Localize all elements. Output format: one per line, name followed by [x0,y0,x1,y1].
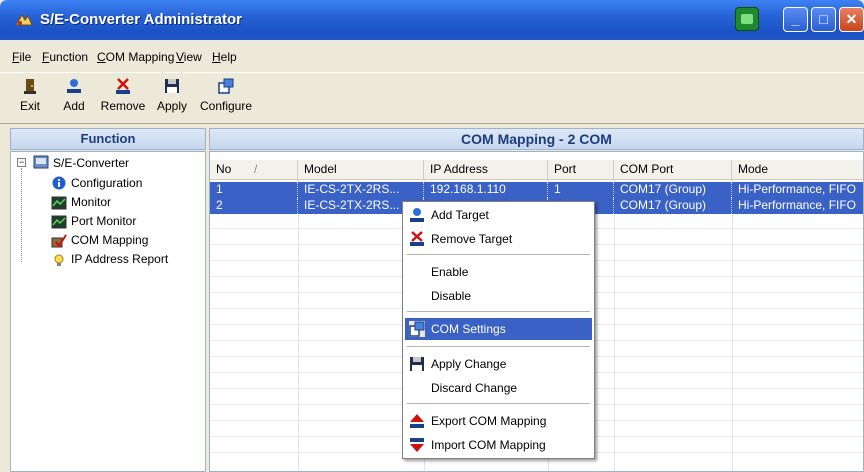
minimize-button[interactable]: _ [783,7,808,32]
title-bar[interactable]: S/E-Converter Administrator _ □ ✕ [0,0,864,40]
menu-com-mapping[interactable]: COM Mapping [97,50,174,64]
ctx-remove-target[interactable]: Remove Target [405,228,592,250]
ctx-add-target[interactable]: Add Target [405,204,592,226]
cell-mode: Hi-Performance, FIFO [732,198,863,214]
cell-model: IE-CS-2TX-2RS... [298,182,424,198]
context-menu: Add Target Remove Target Enable Disable … [402,201,595,459]
apply-button[interactable]: Apply [154,77,190,113]
menu-view[interactable]: View [176,50,202,64]
col-header-port[interactable]: Port [548,160,614,180]
com-mapping-icon [51,234,67,248]
ctx-disable[interactable]: Disable [405,285,592,307]
network-status-icon[interactable] [735,7,759,31]
converter-icon [33,155,49,169]
table-row[interactable]: 1 IE-CS-2TX-2RS... 192.168.1.110 1 COM17… [210,182,863,198]
configure-icon [218,78,234,94]
cell-com-port: COM17 (Group) [614,182,732,198]
tree-item-com-mapping[interactable]: COM Mapping [71,233,148,247]
cell-mode: Hi-Performance, FIFO [732,182,863,198]
mapping-panel-header: COM Mapping - 2 COM [209,128,864,150]
function-panel-header: Function [10,128,206,150]
floppy-disk-icon [165,79,179,93]
menu-separator [407,346,590,348]
menu-file[interactable]: File [12,50,31,64]
cell-port: 1 [548,182,614,198]
remove-icon [116,78,130,94]
ctx-export-com-mapping[interactable]: Export COM Mapping [405,410,592,432]
menu-separator [407,403,590,405]
menu-bar: File Function COM Mapping View Help [0,46,864,68]
tree-item-ip-address-report[interactable]: IP Address Report [71,252,168,266]
grid-divider [732,180,733,471]
remove-target-icon [410,231,424,246]
exit-icon [24,79,36,94]
function-tree: − S/E-Converter Configuration Monitor Po… [10,151,206,472]
tree-item-root[interactable]: S/E-Converter [53,156,129,170]
grid-divider [614,180,615,471]
ctx-discard-change[interactable]: Discard Change [405,377,592,399]
ctx-enable[interactable]: Enable [405,261,592,283]
lightbulb-icon [54,254,64,266]
col-header-mode[interactable]: Mode [732,160,863,180]
cell-com-port: COM17 (Group) [614,198,732,214]
menu-separator [407,311,590,313]
tree-connector-line [21,168,22,262]
ctx-apply-change[interactable]: Apply Change [405,353,592,375]
menu-help[interactable]: Help [212,50,237,64]
col-header-ip-address[interactable]: IP Address [424,160,548,180]
grid-divider [298,180,299,471]
col-header-no[interactable]: No / [210,160,298,180]
menu-separator [407,254,590,256]
floppy-disk-icon [410,357,424,371]
toolbar: Exit Add Remove Apply Configure [0,72,864,124]
close-button[interactable]: ✕ [839,7,864,32]
tree-item-monitor[interactable]: Monitor [71,195,111,209]
cell-ip-address: 192.168.1.110 [424,182,548,198]
maximize-button[interactable]: □ [811,7,836,32]
collapse-toggle[interactable]: − [17,158,26,167]
tree-item-configuration[interactable]: Configuration [71,176,142,190]
add-button[interactable]: Add [56,77,92,113]
configure-button[interactable]: Configure [198,77,254,113]
window-title: S/E-Converter Administrator [40,11,242,28]
port-monitor-icon [51,215,67,229]
table-header: No / Model IP Address Port COM Port Mode [210,160,863,180]
export-icon [410,414,424,428]
exit-button[interactable]: Exit [12,77,48,113]
com-settings-icon [409,321,425,337]
menu-function[interactable]: Function [42,50,88,64]
add-target-icon [410,208,424,222]
cell-no: 1 [210,182,298,198]
ctx-import-com-mapping[interactable]: Import COM Mapping [405,434,592,456]
add-icon [67,79,81,93]
cell-no: 2 [210,198,298,214]
app-icon [15,14,33,26]
tree-item-port-monitor[interactable]: Port Monitor [71,214,136,228]
info-icon [52,176,66,190]
monitor-icon [51,196,67,210]
ctx-com-settings[interactable]: COM Settings [405,318,592,340]
col-header-com-port[interactable]: COM Port [614,160,732,180]
import-icon [410,438,424,452]
col-header-model[interactable]: Model [298,160,424,180]
remove-button[interactable]: Remove [100,77,146,113]
